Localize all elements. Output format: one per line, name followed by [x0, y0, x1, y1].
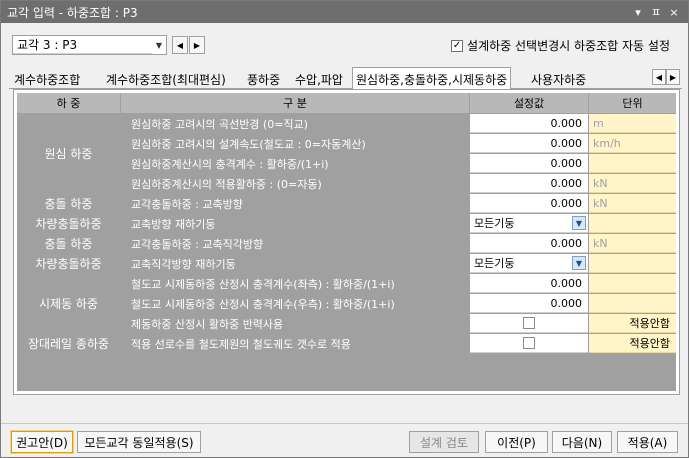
row-desc: 교각충돌하중 : 교축직각방향: [121, 234, 469, 253]
row-desc: 원심하중 고려시의 곡선반경 (0=직교): [121, 114, 469, 133]
pier-select-value: 교각 3 : P3: [13, 36, 152, 54]
row-desc: 철도교 시제동하중 산정시 충격계수(우측) : 활하중/(1+i): [121, 294, 469, 313]
auto-setting-option[interactable]: ✓ 설계하중 선택변경시 하중조합 자동 설정: [451, 37, 670, 54]
tab-factored-load-max-eccentricity[interactable]: 계수하중조합(최대편심): [103, 70, 229, 89]
row-desc: 철도교 시제동하중 산정시 충격계수(좌측) : 활하중/(1+i): [121, 274, 469, 293]
group-vehicle-collision-load: 차량충돌하중: [17, 214, 120, 233]
row-desc: 교각충돌하중 : 교축방향: [121, 194, 469, 213]
row-unit: [589, 154, 676, 173]
tab-scroll-right-icon[interactable]: ▶: [666, 69, 680, 85]
title-bar-controls: ▾ ㅍ ×: [630, 4, 688, 20]
reaction-use-cell: [470, 314, 588, 333]
column-select[interactable]: 모든기둥 ▼: [470, 214, 588, 233]
row-unit: [589, 254, 676, 273]
group-long-rail-load: 장대레일 종하중: [17, 334, 120, 353]
chevron-down-icon[interactable]: ▼: [572, 256, 586, 270]
chevron-down-icon[interactable]: ▼: [572, 216, 586, 230]
group-collision-load-transverse: 충돌 하중: [17, 234, 120, 253]
row-desc: 원심하중 고려시의 설계속도(철도교 : 0=자동계산): [121, 134, 469, 153]
prev-button[interactable]: 이전(P): [485, 431, 548, 453]
value-input[interactable]: 0.000: [470, 294, 588, 313]
row-desc: 적용 선로수를 철도제원의 철도궤도 갯수로 적용: [121, 334, 469, 353]
value-input[interactable]: 0.000: [470, 154, 588, 173]
load-settings-grid: 하 중 구 분 설정값 단위 원심 하중 충돌 하중 차량충돌하중 충돌 하중 …: [17, 93, 676, 391]
window-title: 교각 입력 - 하중조합 : P3: [7, 5, 138, 20]
row-unit: kN: [589, 234, 676, 253]
title-bar: 교각 입력 - 하중조합 : P3 ▾ ㅍ ×: [1, 1, 688, 23]
column-select-value: 모든기둥: [474, 257, 515, 270]
prev-pier-button[interactable]: ◀: [172, 36, 188, 54]
tab-centrifugal-collision-braking[interactable]: 원심하중,충돌하중,시제동하중: [352, 67, 512, 90]
tab-scroll-left-icon[interactable]: ◀: [652, 69, 666, 85]
row-unit: kN: [589, 194, 676, 213]
row-desc: 제동하중 산정시 활하중 반력사용: [121, 314, 469, 333]
divider: [1, 423, 688, 424]
row-unit: [589, 294, 676, 313]
pin-icon[interactable]: ㅍ: [648, 4, 664, 20]
row-status: 적용안함: [589, 314, 676, 333]
track-count-checkbox[interactable]: [523, 337, 535, 349]
column-select-value: 모든기둥: [474, 217, 515, 230]
value-input[interactable]: 0.000: [470, 134, 588, 153]
tab-wind-load[interactable]: 풍하중: [244, 70, 283, 89]
column-select[interactable]: 모든기둥 ▼: [470, 254, 588, 273]
header-unit: 단위: [589, 93, 676, 113]
value-input[interactable]: 0.000: [470, 114, 588, 133]
value-input[interactable]: 0.000: [470, 274, 588, 293]
row-unit: [589, 214, 676, 233]
row-desc: 원심하중계산시의 적용활하중 : (0=자동): [121, 174, 469, 193]
value-input[interactable]: 0.000: [470, 194, 588, 213]
value-input[interactable]: 0.000: [470, 174, 588, 193]
row-desc: 교축방향 재하기둥: [121, 214, 469, 233]
row-desc: 교축직각방향 재하기둥: [121, 254, 469, 273]
row-unit: kN: [589, 174, 676, 193]
row-desc: 원심하중계산시의 충격계수 : 활하중/(1+i): [121, 154, 469, 173]
chevron-down-icon[interactable]: ▼: [152, 36, 166, 54]
group-collision-load: 충돌 하중: [17, 194, 120, 213]
value-input[interactable]: 0.000: [470, 234, 588, 253]
tab-scroll-buttons: ◀ ▶: [652, 69, 680, 85]
dropdown-icon[interactable]: ▾: [630, 4, 646, 20]
header-load: 하 중: [17, 93, 120, 113]
bottom-bar: 권고안(D) 모든교각 동일적용(S) 설계 검토 이전(P) 다음(N) 적용…: [1, 427, 688, 457]
header-value: 설정값: [470, 93, 588, 113]
group-vehicle-collision-load-transverse: 차량충돌하중: [17, 254, 120, 273]
auto-setting-checkbox[interactable]: ✓: [451, 39, 464, 52]
tab-water-wave-pressure[interactable]: 수압,파압: [292, 70, 346, 89]
next-pier-button[interactable]: ▶: [189, 36, 205, 54]
row-status: 적용안함: [589, 334, 676, 353]
tab-factored-load-combination[interactable]: 계수하중조합: [11, 70, 83, 89]
tab-strip: 계수하중조합 계수하중조합(최대편심) 풍하중 수압,파압 원심하중,충돌하중,…: [9, 67, 682, 90]
apply-all-piers-button[interactable]: 모든교각 동일적용(S): [77, 431, 201, 453]
tab-user-load[interactable]: 사용자하중: [528, 70, 589, 89]
pier-select[interactable]: 교각 3 : P3 ▼: [12, 35, 167, 55]
row-unit: m: [589, 114, 676, 133]
auto-setting-label: 설계하중 선택변경시 하중조합 자동 설정: [467, 39, 670, 53]
reaction-use-checkbox[interactable]: [523, 317, 535, 329]
design-check-button[interactable]: 설계 검토: [409, 431, 479, 453]
top-bar: 교각 3 : P3 ▼ ◀ ▶ ✓ 설계하중 선택변경시 하중조합 자동 설정: [1, 23, 688, 67]
track-count-cell: [470, 334, 588, 353]
header-category: 구 분: [121, 93, 469, 113]
arrow-left-icon: ◀: [176, 40, 184, 50]
row-unit: [589, 274, 676, 293]
group-braking-load: 시제동 하중: [17, 274, 120, 333]
apply-button[interactable]: 적용(A): [617, 431, 678, 453]
row-unit: km/h: [589, 134, 676, 153]
arrow-right-icon: ▶: [193, 40, 201, 50]
recommend-button[interactable]: 권고안(D): [10, 430, 74, 454]
close-icon[interactable]: ×: [666, 4, 682, 20]
next-button[interactable]: 다음(N): [552, 431, 612, 453]
load-combination-window: 교각 입력 - 하중조합 : P3 ▾ ㅍ × 교각 3 : P3 ▼ ◀ ▶ …: [0, 0, 689, 458]
group-centrifugal-load: 원심 하중: [17, 114, 120, 193]
tab-panel: 하 중 구 분 설정값 단위 원심 하중 충돌 하중 차량충돌하중 충돌 하중 …: [13, 89, 680, 395]
